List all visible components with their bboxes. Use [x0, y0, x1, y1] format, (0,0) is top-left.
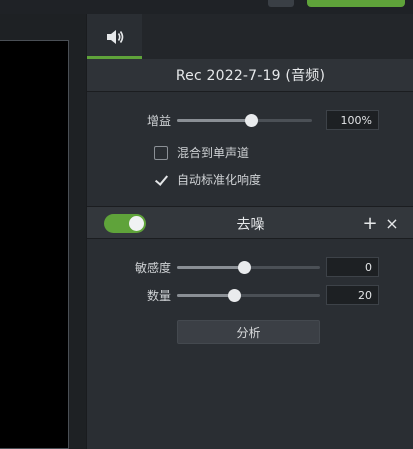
gain-value-field[interactable]: 100%	[326, 110, 379, 130]
sensitivity-value-field[interactable]: 0	[326, 257, 379, 277]
sensitivity-slider[interactable]	[177, 261, 320, 274]
amount-slider[interactable]	[177, 289, 320, 302]
gain-slider-fill	[177, 119, 252, 122]
audio-properties-panel: Rec 2022-7-19 (音频) 增益 100% 混合到单声道 自动标准化响…	[86, 14, 413, 449]
amount-slider-thumb[interactable]	[228, 289, 242, 302]
amount-value-field[interactable]: 20	[326, 285, 379, 305]
tab-audio[interactable]	[87, 14, 142, 59]
toggle-knob	[129, 216, 144, 231]
gain-label: 增益	[146, 114, 171, 128]
close-icon[interactable]: ×	[383, 207, 401, 240]
properties-tab-bar	[87, 14, 413, 59]
add-icon[interactable]: +	[361, 207, 379, 240]
canvas-preview[interactable]	[0, 40, 69, 449]
sensitivity-slider-fill	[177, 266, 245, 269]
gain-slider[interactable]	[177, 114, 312, 127]
export-button[interactable]	[307, 0, 405, 7]
mix-to-mono-option[interactable]: 混合到单声道	[154, 144, 249, 161]
amount-slider-fill	[177, 294, 235, 297]
top-toolbar	[0, 0, 413, 14]
sensitivity-label: 敏感度	[134, 261, 171, 275]
speaker-icon	[106, 29, 123, 44]
auto-normalize-label: 自动标准化响度	[177, 173, 262, 187]
clip-title: Rec 2022-7-19 (音频)	[87, 59, 413, 92]
denoise-enable-toggle[interactable]	[104, 214, 146, 233]
analyze-button[interactable]: 分析	[177, 320, 320, 344]
denoise-effect-header: 去噪 + ×	[87, 206, 413, 239]
toolbar-button[interactable]	[268, 0, 294, 7]
mix-to-mono-label: 混合到单声道	[177, 146, 250, 160]
gain-slider-thumb[interactable]	[245, 114, 259, 127]
amount-label: 数量	[146, 289, 171, 303]
mix-to-mono-checkbox[interactable]	[154, 145, 168, 160]
auto-normalize-option[interactable]: 自动标准化响度	[154, 171, 261, 188]
auto-normalize-checkbox[interactable]	[154, 173, 168, 187]
sensitivity-slider-thumb[interactable]	[238, 261, 252, 274]
